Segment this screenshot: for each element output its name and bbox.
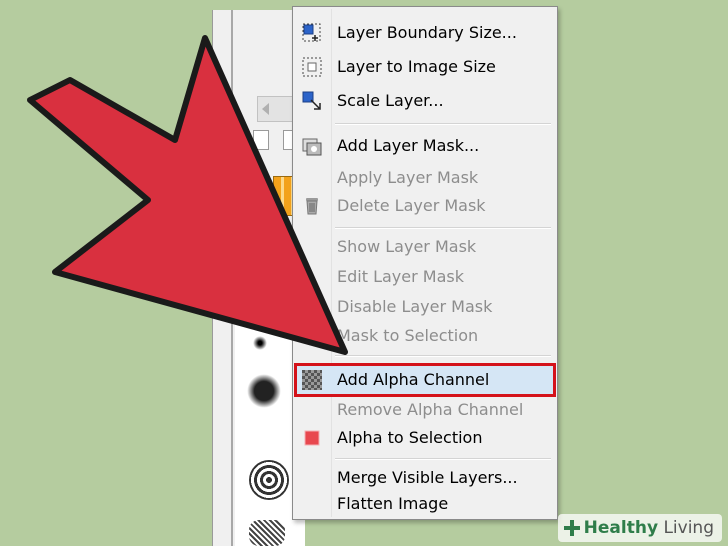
pointer-arrow-icon	[27, 35, 348, 355]
watermark-logo: Healthy Living	[557, 514, 722, 542]
plus-logo-icon	[563, 520, 580, 536]
